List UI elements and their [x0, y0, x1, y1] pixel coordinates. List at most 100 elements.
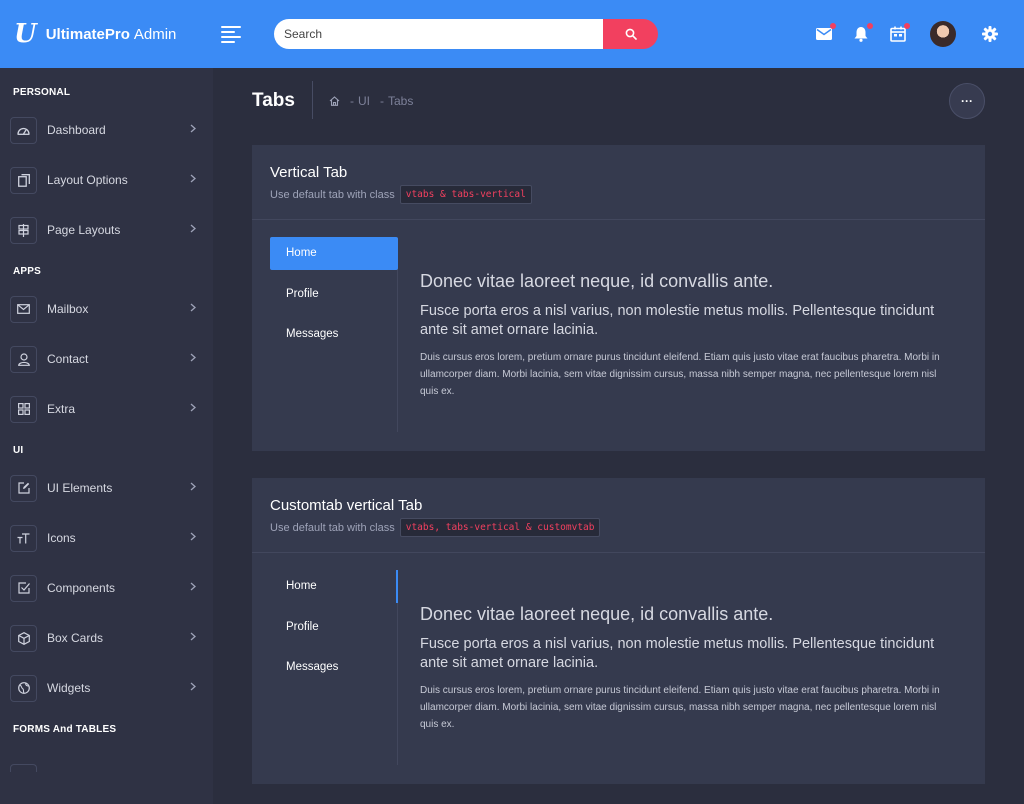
tab-messages[interactable]: Messages — [270, 650, 398, 690]
card-header: Vertical Tab Use default tab with class … — [252, 145, 985, 220]
brand-name: UltimatePro — [45, 25, 130, 43]
user-icon — [10, 345, 37, 373]
user-avatar[interactable] — [930, 21, 956, 47]
tab-home[interactable]: Home — [270, 237, 398, 270]
sidebar-item-dashboard[interactable]: Dashboard — [0, 105, 213, 155]
chevron-right-icon — [190, 632, 196, 641]
header-actions — [814, 0, 1024, 68]
sidebar-item-contact[interactable]: Contact — [0, 334, 213, 384]
code-snippet: vtabs, tabs-vertical & customvtab — [399, 518, 601, 537]
copy-icon — [10, 166, 37, 194]
sidebar-item-mailbox[interactable]: Mailbox — [0, 284, 213, 334]
search-icon — [625, 28, 637, 40]
box-icon — [10, 624, 37, 652]
search-bar — [274, 19, 658, 49]
tab-content-subheading: Fusce porta eros a nisl varius, non mole… — [420, 636, 935, 671]
tab-content-heading: Donec vitae laoreet neque, id convallis … — [420, 604, 774, 624]
notification-badge — [867, 23, 873, 29]
vertical-tab-card: Vertical Tab Use default tab with class … — [252, 145, 985, 451]
home-icon[interactable] — [329, 96, 340, 106]
vertical-tab-nav: Home Profile Messages — [270, 570, 398, 690]
chevron-right-icon — [190, 224, 196, 233]
sidebar-item-partial[interactable] — [0, 742, 213, 772]
speedometer-icon — [10, 116, 37, 144]
tab-content-paragraph: Duis cursus eros lorem, pretium ornare p… — [420, 685, 940, 730]
sidebar-section-ui: UI — [13, 445, 24, 456]
sidebar-item-label: Contact — [47, 352, 89, 366]
breadcrumb-item-ui[interactable]: UI — [358, 94, 370, 108]
sidebar-section-forms-tables: FORMS And TABLES — [13, 724, 117, 735]
tab-messages[interactable]: Messages — [270, 317, 398, 357]
sidebar-item-label: Extra — [47, 402, 76, 416]
mail-notification-button[interactable] — [814, 23, 836, 44]
mail-icon — [10, 295, 37, 323]
settings-button[interactable] — [980, 24, 1000, 44]
sidebar-item-widgets[interactable]: Widgets — [0, 663, 213, 713]
page-title: Tabs — [252, 90, 295, 111]
menu-toggle-icon[interactable] — [221, 25, 241, 43]
sidebar: PERSONAL Dashboard Layout Options Page L… — [0, 68, 213, 804]
sidebar-item-label: Page Layouts — [47, 223, 121, 237]
sidebar-item-page-layouts[interactable]: Page Layouts — [0, 205, 213, 255]
tab-profile[interactable]: Profile — [270, 277, 398, 317]
more-options-button[interactable]: ··· — [949, 83, 985, 119]
globe-icon — [10, 674, 37, 702]
chevron-right-icon — [190, 482, 196, 491]
search-input[interactable] — [274, 19, 603, 49]
sidebar-item-components[interactable]: Components — [0, 563, 213, 613]
calendar-icon — [890, 26, 906, 42]
calendar-button[interactable] — [888, 23, 910, 44]
bell-icon — [854, 27, 868, 42]
brand[interactable]: U UltimatePro Admin — [0, 0, 213, 68]
edit-icon — [10, 474, 37, 502]
chevron-right-icon — [190, 403, 196, 412]
main-content: Tabs - UI - Tabs ··· Vertical Tab Use de… — [213, 68, 1024, 804]
sidebar-item-extra[interactable]: Extra — [0, 384, 213, 434]
sidebar-item-layout-options[interactable]: Layout Options — [0, 155, 213, 205]
sidebar-section-personal: PERSONAL — [13, 87, 71, 98]
sidebar-item-label: Dashboard — [47, 123, 106, 137]
card-header: Customtab vertical Tab Use default tab w… — [252, 478, 985, 553]
sidebar-item-label: Widgets — [47, 681, 91, 695]
tab-content: Donec vitae laoreet neque, id convallis … — [420, 604, 950, 733]
vertical-tab-nav: Home Profile Messages — [270, 237, 398, 357]
calendar-badge — [904, 23, 910, 29]
chevron-right-icon — [190, 303, 196, 312]
sidebar-item-label: Mailbox — [47, 302, 89, 316]
chevron-right-icon — [190, 582, 196, 591]
sidebar-item-label: Box Cards — [47, 631, 104, 645]
sidebar-item-icons[interactable]: Icons — [0, 513, 213, 563]
checkbox-icon — [10, 574, 37, 602]
brand-logo: U — [14, 19, 37, 49]
sidebar-item-ui-elements[interactable]: UI Elements — [0, 463, 213, 513]
text-size-icon — [10, 524, 37, 552]
sidebar-item-label: Components — [47, 581, 116, 595]
chevron-right-icon — [190, 532, 196, 541]
mail-badge — [830, 23, 836, 29]
chevron-right-icon — [190, 353, 196, 362]
card-subtitle: Use default tab with class vtabs & tabs-… — [270, 185, 967, 204]
card-title: Vertical Tab — [270, 164, 348, 181]
tab-content: Donec vitae laoreet neque, id convallis … — [420, 271, 950, 400]
tab-home[interactable]: Home — [270, 570, 398, 603]
customtab-vertical-card: Customtab vertical Tab Use default tab w… — [252, 478, 985, 784]
title-divider — [312, 81, 313, 119]
tab-profile[interactable]: Profile — [270, 610, 398, 650]
tab-content-paragraph: Duis cursus eros lorem, pretium ornare p… — [420, 352, 940, 397]
search-button[interactable] — [603, 19, 658, 49]
mail-icon — [816, 28, 832, 40]
sidebar-item-box-cards[interactable]: Box Cards — [0, 613, 213, 663]
chevron-right-icon — [190, 124, 196, 133]
tab-content-heading: Donec vitae laoreet neque, id convallis … — [420, 271, 774, 291]
breadcrumb: - UI - Tabs — [329, 94, 413, 108]
breadcrumb-item-tabs: Tabs — [388, 94, 414, 108]
chevron-right-icon — [190, 174, 196, 183]
code-snippet: vtabs & tabs-vertical — [399, 185, 532, 204]
form-icon — [10, 764, 37, 772]
sidebar-section-apps: APPS — [13, 266, 42, 277]
chevron-right-icon — [190, 682, 196, 691]
sidebar-item-label: Icons — [47, 531, 76, 545]
notifications-button[interactable] — [851, 23, 873, 44]
sidebar-item-label: Layout Options — [47, 173, 128, 187]
tab-content-subheading: Fusce porta eros a nisl varius, non mole… — [420, 303, 935, 338]
